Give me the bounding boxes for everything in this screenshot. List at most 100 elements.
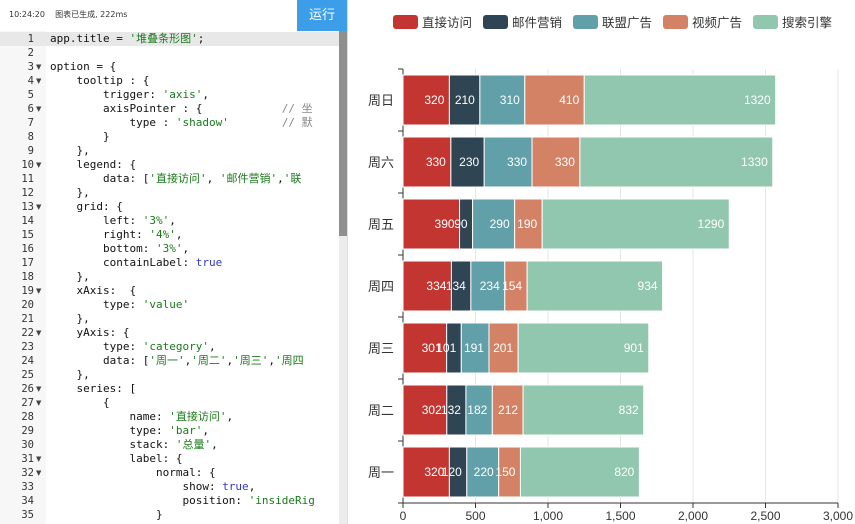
data-label: 101 [436,341,456,355]
code-line[interactable]: 18 }, [0,270,339,284]
fold-toggle-icon[interactable]: ▼ [36,158,41,172]
data-label: 132 [441,403,461,417]
code-line[interactable]: 5 trigger: 'axis', [0,88,339,102]
code-line[interactable]: 35 } [0,508,339,522]
data-label: 120 [442,465,462,479]
fold-toggle-icon[interactable]: ▼ [36,452,41,466]
code-line[interactable]: 34 position: 'insideRig [0,494,339,508]
code-text: tooltip : { [50,74,150,87]
code-line[interactable]: 8 } [0,130,339,144]
code-text: right: '4%', [50,228,183,241]
line-number: 18 [21,271,34,283]
data-label: 330 [507,155,527,169]
code-text: grid: { [50,200,123,213]
code-editor[interactable]: 1 app.title = '堆叠条形图'; 2 3 ▼ option = {4 ▼ too… [0,31,347,524]
fold-toggle-icon[interactable]: ▼ [36,60,41,74]
legend-swatch [573,15,598,29]
fold-toggle-icon[interactable]: ▼ [36,326,41,340]
line-number: 32 [21,467,34,479]
code-text: type: 'category', [50,340,216,353]
line-number: 17 [21,257,34,269]
line-number: 34 [21,495,34,507]
code-line[interactable]: 33 show: true, [0,480,339,494]
line-number: 25 [21,369,34,381]
data-label: 154 [502,279,522,293]
code-text: type: 'bar', [50,424,209,437]
code-line[interactable]: 32 ▼ normal: { [0,466,339,480]
code-line[interactable]: 11 data: ['直接访问', '邮件营销','联 [0,172,339,186]
editor-toolbar: 10:24:20 图表已生成, 222ms 运行 [0,0,347,31]
code-line[interactable]: 27 ▼ { [0,396,339,410]
data-label: 820 [614,465,634,479]
code-text: type: 'value' [50,298,190,311]
line-number: 13 [21,201,34,213]
data-label: 210 [455,93,475,107]
code-line[interactable]: 4 ▼ tooltip : { [0,74,339,88]
code-line[interactable]: 24 data: ['周一','周二','周三','周四 [0,354,339,368]
line-number: 21 [21,313,34,325]
editor-scrollbar-thumb[interactable] [339,31,347,236]
code-line[interactable]: 17 containLabel: true [0,256,339,270]
code-line[interactable]: 9 }, [0,144,339,158]
stacked-bar-chart: 0 500 1,000 1,500 2,000 2,500 3,000 周一 320 120 220… [368,15,853,523]
code-text: data: ['直接访问', '邮件营销','联 [50,172,302,185]
fold-toggle-icon[interactable]: ▼ [36,102,41,116]
code-line[interactable]: 20 type: 'value' [0,298,339,312]
data-label: 190 [517,217,537,231]
code-text: }, [50,312,90,325]
line-number: 5 [27,89,34,101]
code-line[interactable]: 13 ▼ grid: { [0,200,339,214]
fold-toggle-icon[interactable]: ▼ [36,74,41,88]
code-text: bottom: '3%', [50,242,190,255]
code-line[interactable]: 7 type : 'shadow' // 默 [0,116,339,130]
code-line[interactable]: 14 left: '3%', [0,214,339,228]
code-line[interactable]: 30 stack: '总量', [0,438,339,452]
data-label: 134 [446,279,466,293]
fold-toggle-icon[interactable]: ▼ [36,396,41,410]
legend-swatch [663,15,688,29]
code-text: xAxis: { [50,284,137,297]
code-line[interactable]: 3 ▼ option = { [0,60,339,74]
x-tick-label: 500 [465,509,485,523]
line-number: 1 [27,33,34,45]
legend-label: 直接访问 [422,15,472,30]
legend-swatch [393,15,418,29]
code-line[interactable]: 19 ▼ xAxis: { [0,284,339,298]
y-tick-label: 周五 [368,218,394,233]
code-text: yAxis: { [50,326,130,339]
data-label: 1330 [741,155,768,169]
y-tick-label: 周一 [368,466,394,481]
fold-toggle-icon[interactable]: ▼ [36,382,41,396]
data-label: 334 [426,279,446,293]
fold-toggle-icon[interactable]: ▼ [36,200,41,214]
code-line[interactable]: 12 }, [0,186,339,200]
code-line[interactable]: 2 [0,46,339,60]
code-line[interactable]: 29 type: 'bar', [0,424,339,438]
code-line[interactable]: 28 name: '直接访问', [0,410,339,424]
data-label: 934 [638,279,658,293]
code-line[interactable]: 1 app.title = '堆叠条形图'; [0,32,339,46]
legend-label: 联盟广告 [602,15,652,30]
code-line[interactable]: 23 type: 'category', [0,340,339,354]
code-line[interactable]: 25 }, [0,368,339,382]
code-line[interactable]: 16 bottom: '3%', [0,242,339,256]
line-number: 3 [27,61,34,73]
line-number: 6 [27,103,34,115]
code-line[interactable]: 31 ▼ label: { [0,452,339,466]
code-line[interactable]: 21 }, [0,312,339,326]
y-tick-label: 周日 [368,94,394,109]
fold-toggle-icon[interactable]: ▼ [36,466,41,480]
run-button[interactable]: 运行 [297,0,347,31]
fold-toggle-icon[interactable]: ▼ [36,284,41,298]
code-line[interactable]: 6 ▼ axisPointer : { // 坐 [0,102,339,116]
line-number: 14 [21,215,34,227]
line-number: 35 [21,509,34,521]
code-line[interactable]: 22 ▼ yAxis: { [0,326,339,340]
code-text: } [50,130,110,143]
code-line[interactable]: 10 ▼ legend: { [0,158,339,172]
line-number: 10 [21,159,34,171]
data-label: 310 [500,93,520,107]
code-line[interactable]: 26 ▼ series: [ [0,382,339,396]
code-text: left: '3%', [50,214,176,227]
code-line[interactable]: 15 right: '4%', [0,228,339,242]
